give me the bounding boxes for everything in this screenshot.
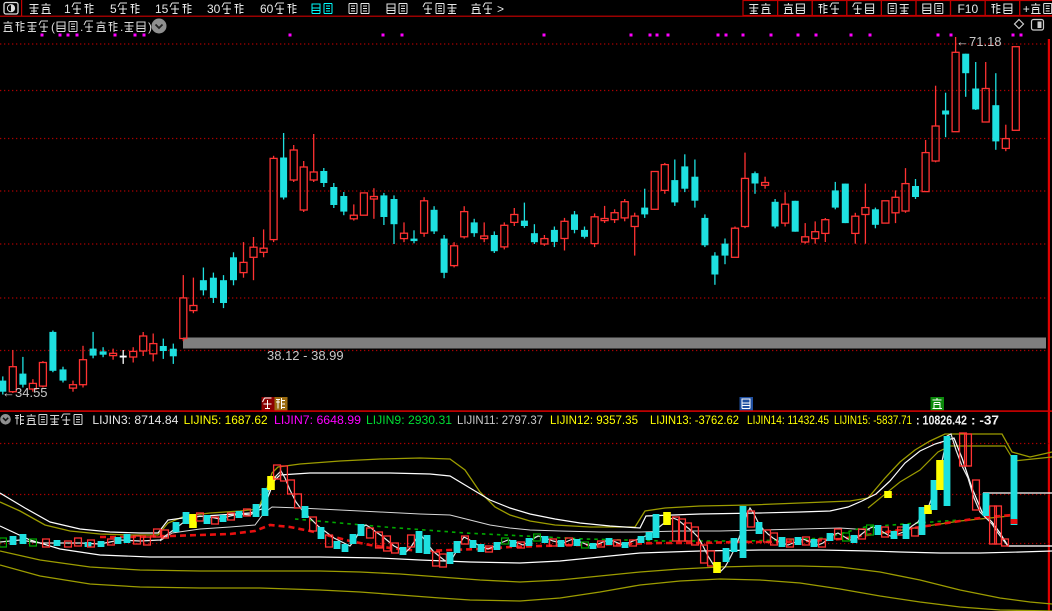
svg-text:LIJIN5: 1687.62: LIJIN5: 1687.62 [184, 413, 268, 427]
svg-text:←71.18: ←71.18 [956, 34, 1002, 49]
svg-text:LIJIN7: 6648.99: LIJIN7: 6648.99 [274, 413, 361, 427]
svg-text:38.12 - 38.99: 38.12 - 38.99 [267, 348, 344, 363]
svg-text:F10: F10 [957, 2, 978, 16]
svg-text:LIJIN14: 11432.45: LIJIN14: 11432.45 [747, 413, 829, 427]
svg-text:(: ( [51, 20, 55, 34]
svg-text:: 10826.42: : 10826.42 [916, 414, 967, 428]
svg-text:60: 60 [260, 2, 274, 16]
svg-text:LIJIN9: 2930.31: LIJIN9: 2930.31 [366, 413, 452, 427]
svg-text:: -37: : -37 [971, 414, 999, 428]
svg-text:15: 15 [155, 2, 169, 16]
svg-text:LIJIN13: -3762.62: LIJIN13: -3762.62 [650, 413, 739, 427]
svg-text:.: . [120, 20, 123, 34]
svg-text:LIJIN3: 8714.84: LIJIN3: 8714.84 [92, 413, 178, 427]
svg-text:1: 1 [64, 2, 71, 16]
svg-text:): ) [148, 20, 152, 34]
svg-text:LIJIN12: 9357.35: LIJIN12: 9357.35 [550, 413, 638, 427]
svg-text:←34.55: ←34.55 [2, 385, 48, 400]
svg-text:30: 30 [207, 2, 221, 16]
svg-text:>: > [497, 2, 504, 16]
svg-text:+: + [1023, 2, 1030, 16]
svg-text:.: . [80, 20, 83, 34]
svg-text:LIJIN15: -5837.71: LIJIN15: -5837.71 [834, 413, 912, 427]
svg-text:5: 5 [110, 2, 117, 16]
svg-text:LIJIN11: 2797.37: LIJIN11: 2797.37 [457, 413, 543, 427]
